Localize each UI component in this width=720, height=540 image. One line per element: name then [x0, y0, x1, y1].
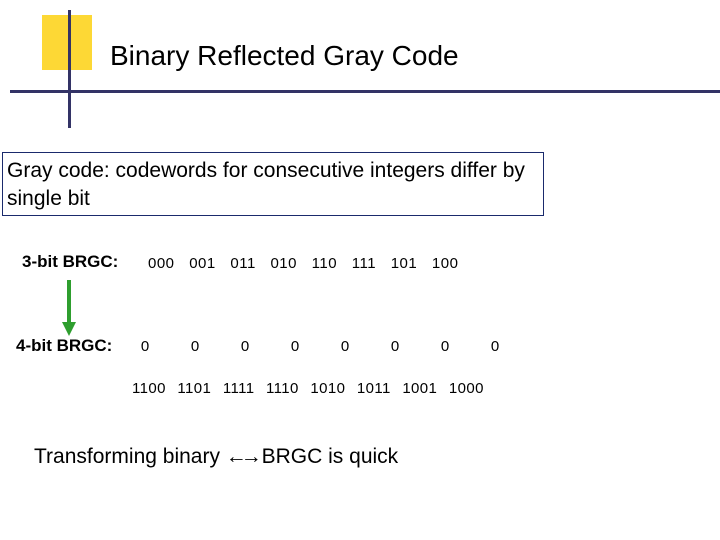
definition-box: Gray code: codewords for consecutive int… [2, 152, 544, 216]
code-cell: 0 [238, 338, 252, 355]
slide-title: Binary Reflected Gray Code [110, 40, 459, 72]
vertical-rule [68, 10, 71, 128]
header-decoration: Binary Reflected Gray Code [10, 10, 690, 100]
definition-text: Gray code: codewords for consecutive int… [7, 157, 535, 214]
code-cell: 0 [188, 338, 202, 355]
brgc4-codes: 1100 1101 1111 1110 1010 1011 1001 1000 [132, 380, 484, 397]
bidir-arrow-icon: ←→ [226, 445, 256, 468]
code-cell: 0 [338, 338, 352, 355]
code-cell: 0 [388, 338, 402, 355]
brgc4-placeholder-row: 0 0 0 0 0 0 0 0 [138, 338, 502, 355]
down-arrow-icon [62, 280, 76, 336]
brgc4-label: 4-bit BRGC: [16, 336, 112, 356]
code-cell: 0 [288, 338, 302, 355]
transform-note: Transforming binary ←→ BRGC is quick [34, 445, 398, 469]
brgc3-label: 3-bit BRGC: [22, 252, 118, 272]
code-cell: 0 [438, 338, 452, 355]
code-cell: 0 [488, 338, 502, 355]
brgc3-codes: 000 001 011 010 110 111 101 100 [148, 255, 458, 272]
horizontal-rule [10, 90, 720, 93]
code-cell: 0 [138, 338, 152, 355]
yellow-accent-block [42, 15, 92, 70]
